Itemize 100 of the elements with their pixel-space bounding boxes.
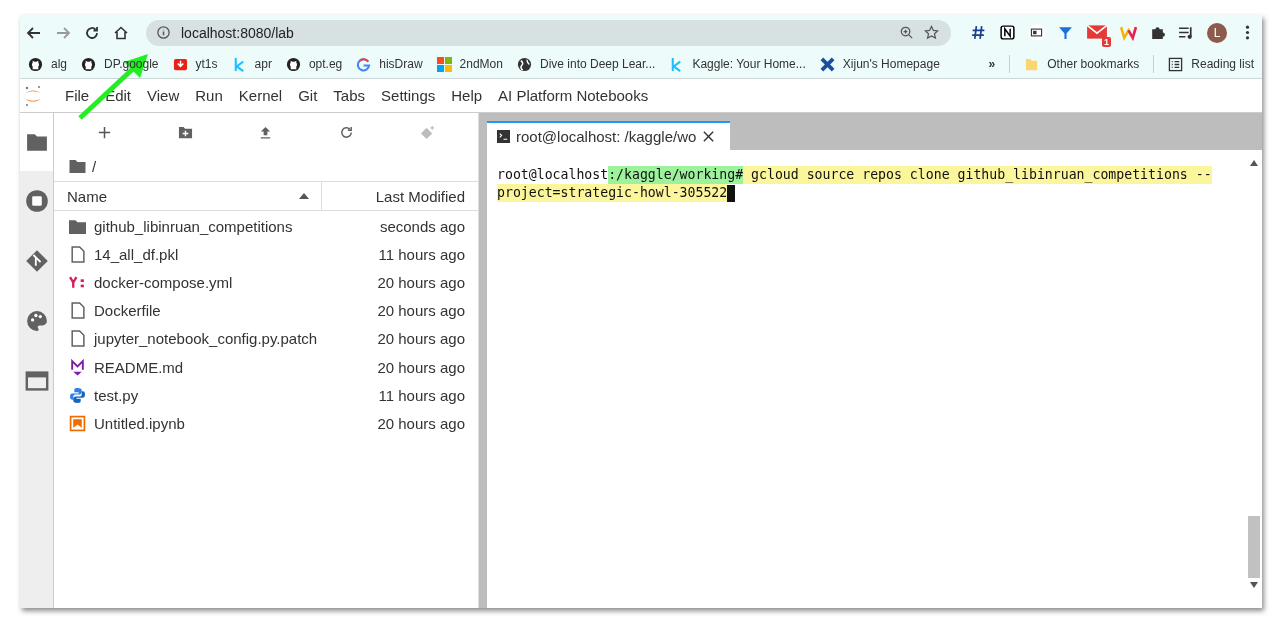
bookmark[interactable]: Kaggle: Your Home... <box>669 56 806 72</box>
file-row[interactable]: 14_all_df.pkl 11 hours ago <box>54 240 478 269</box>
menu-item[interactable]: AI Platform Notebooks <box>498 87 649 104</box>
file-modified: 11 hours ago <box>378 386 465 404</box>
palette-icon <box>25 310 48 332</box>
menu-item[interactable]: File <box>65 87 90 104</box>
menu-item[interactable]: View <box>147 87 180 104</box>
command-text: gcloud source repos clone github_libinruan_competitions -- <box>743 166 1212 184</box>
folder-icon <box>25 131 48 153</box>
bookmark[interactable]: hisDraw <box>356 56 423 72</box>
sort-caret-icon <box>299 193 309 199</box>
bookmark[interactable]: yt1s <box>172 56 218 72</box>
back-icon[interactable] <box>26 24 42 41</box>
sidebar-tab[interactable] <box>20 113 53 171</box>
list-icon <box>1168 56 1184 72</box>
globe-icon <box>516 56 532 72</box>
modified-column-header[interactable]: Last Modified <box>322 182 478 210</box>
profile-avatar[interactable]: L <box>1207 22 1227 43</box>
w-logo-icon[interactable] <box>1120 24 1137 41</box>
bookmark[interactable]: Dive into Deep Lear... <box>516 56 656 72</box>
star-icon[interactable] <box>924 25 939 40</box>
playlist-icon[interactable] <box>1178 24 1195 41</box>
hash-icon[interactable] <box>970 24 987 41</box>
file-icon <box>69 330 86 348</box>
file-modified: 11 hours ago <box>378 245 465 263</box>
file-row[interactable]: README.md 20 hours ago <box>54 352 478 382</box>
bookmark[interactable]: alg <box>28 56 67 72</box>
forward-icon[interactable] <box>55 24 71 41</box>
menu-item[interactable]: Run <box>195 87 223 104</box>
home-icon[interactable] <box>113 24 129 41</box>
notion-icon[interactable] <box>999 24 1016 41</box>
file-modified: 20 hours ago <box>377 273 465 291</box>
bookmarks-overflow[interactable]: » <box>988 57 996 71</box>
python-icon <box>69 386 86 404</box>
file-row[interactable]: Dockerfile 20 hours ago <box>54 296 478 325</box>
github-icon <box>28 56 43 72</box>
reading-list[interactable]: Reading list <box>1168 56 1254 72</box>
file-row[interactable]: test.py 11 hours ago <box>54 381 478 410</box>
notebook-icon <box>69 414 86 432</box>
close-icon[interactable] <box>702 130 716 143</box>
other-bookmarks[interactable]: Other bookmarks <box>1024 56 1140 72</box>
menu-item[interactable]: Tabs <box>333 87 366 104</box>
file-name: github_libinruan_competitions <box>94 217 294 235</box>
file-name: 14_all_df.pkl <box>94 245 180 263</box>
terminal-cursor <box>727 184 736 202</box>
command-text: project=strategic-howl-305522 <box>497 184 728 202</box>
file-icon <box>69 302 86 320</box>
refresh-icon[interactable] <box>339 124 355 140</box>
mail-badge: 1 <box>1102 36 1111 47</box>
file-row[interactable]: docker-compose.yml 20 hours ago <box>54 268 478 297</box>
reload-icon[interactable] <box>84 24 100 41</box>
bookmark[interactable]: opt.eg <box>285 56 343 72</box>
terminal-tab[interactable]: root@localhost: /kaggle/wo <box>487 121 730 150</box>
file-name: docker-compose.yml <box>94 273 234 291</box>
scrollbar-thumb[interactable] <box>1247 516 1260 578</box>
stop-icon <box>24 189 49 213</box>
scroll-down-icon[interactable] <box>1249 582 1258 588</box>
github-icon <box>285 56 301 72</box>
new-folder-icon[interactable] <box>177 124 193 140</box>
menu-item[interactable]: Git <box>298 87 318 104</box>
file-row[interactable]: github_libinruan_competitions seconds ago <box>54 212 478 241</box>
file-name: README.md <box>94 358 185 376</box>
bookmark[interactable]: Xijun's Homepage <box>819 56 940 72</box>
file-name: test.py <box>94 386 140 404</box>
download-icon <box>172 56 188 72</box>
file-modified: 20 hours ago <box>377 302 465 320</box>
file-row[interactable]: jupyter_notebook_config.py.patch 20 hours ago <box>54 324 478 353</box>
bookmark[interactable]: 2ndMon <box>436 56 503 72</box>
funnel-icon[interactable] <box>1057 24 1074 41</box>
folder-icon <box>1024 56 1040 72</box>
info-icon[interactable] <box>156 25 171 40</box>
plus-icon[interactable] <box>96 124 112 140</box>
address-bar[interactable]: localhost:8080/lab <box>146 19 951 46</box>
folder-icon[interactable] <box>69 159 86 173</box>
zoom-icon[interactable] <box>899 25 914 40</box>
file-modified: seconds ago <box>379 217 465 235</box>
menu-item[interactable]: Settings <box>381 87 436 104</box>
menu-item[interactable]: Help <box>451 87 483 104</box>
puzzle-icon[interactable] <box>1149 24 1166 41</box>
name-column-header[interactable]: Name <box>54 182 322 210</box>
file-name: jupyter_notebook_config.py.patch <box>94 330 319 348</box>
file-modified: 20 hours ago <box>377 414 465 432</box>
file-icon <box>69 245 86 263</box>
g-logo-icon <box>356 56 372 72</box>
bookmark[interactable]: apr <box>231 56 272 72</box>
file-name: Untitled.ipynb <box>94 414 186 432</box>
menu-item[interactable]: Kernel <box>238 87 283 104</box>
newspaper-icon[interactable] <box>1028 24 1045 41</box>
breadcrumb-path[interactable]: / <box>92 157 97 175</box>
terminal-icon <box>497 130 510 143</box>
prompt-host: root@localhost <box>497 166 609 184</box>
four-squares-icon <box>436 56 452 72</box>
folder-icon <box>69 217 86 235</box>
github-icon <box>81 56 96 72</box>
jupyter-logo-icon <box>23 84 43 107</box>
scroll-up-icon[interactable] <box>1249 160 1258 166</box>
url-text: localhost:8080/lab <box>181 24 294 41</box>
file-row[interactable]: Untitled.ipynb 20 hours ago <box>54 409 478 438</box>
file-modified: 20 hours ago <box>377 358 465 376</box>
x-logo-icon <box>819 56 835 72</box>
